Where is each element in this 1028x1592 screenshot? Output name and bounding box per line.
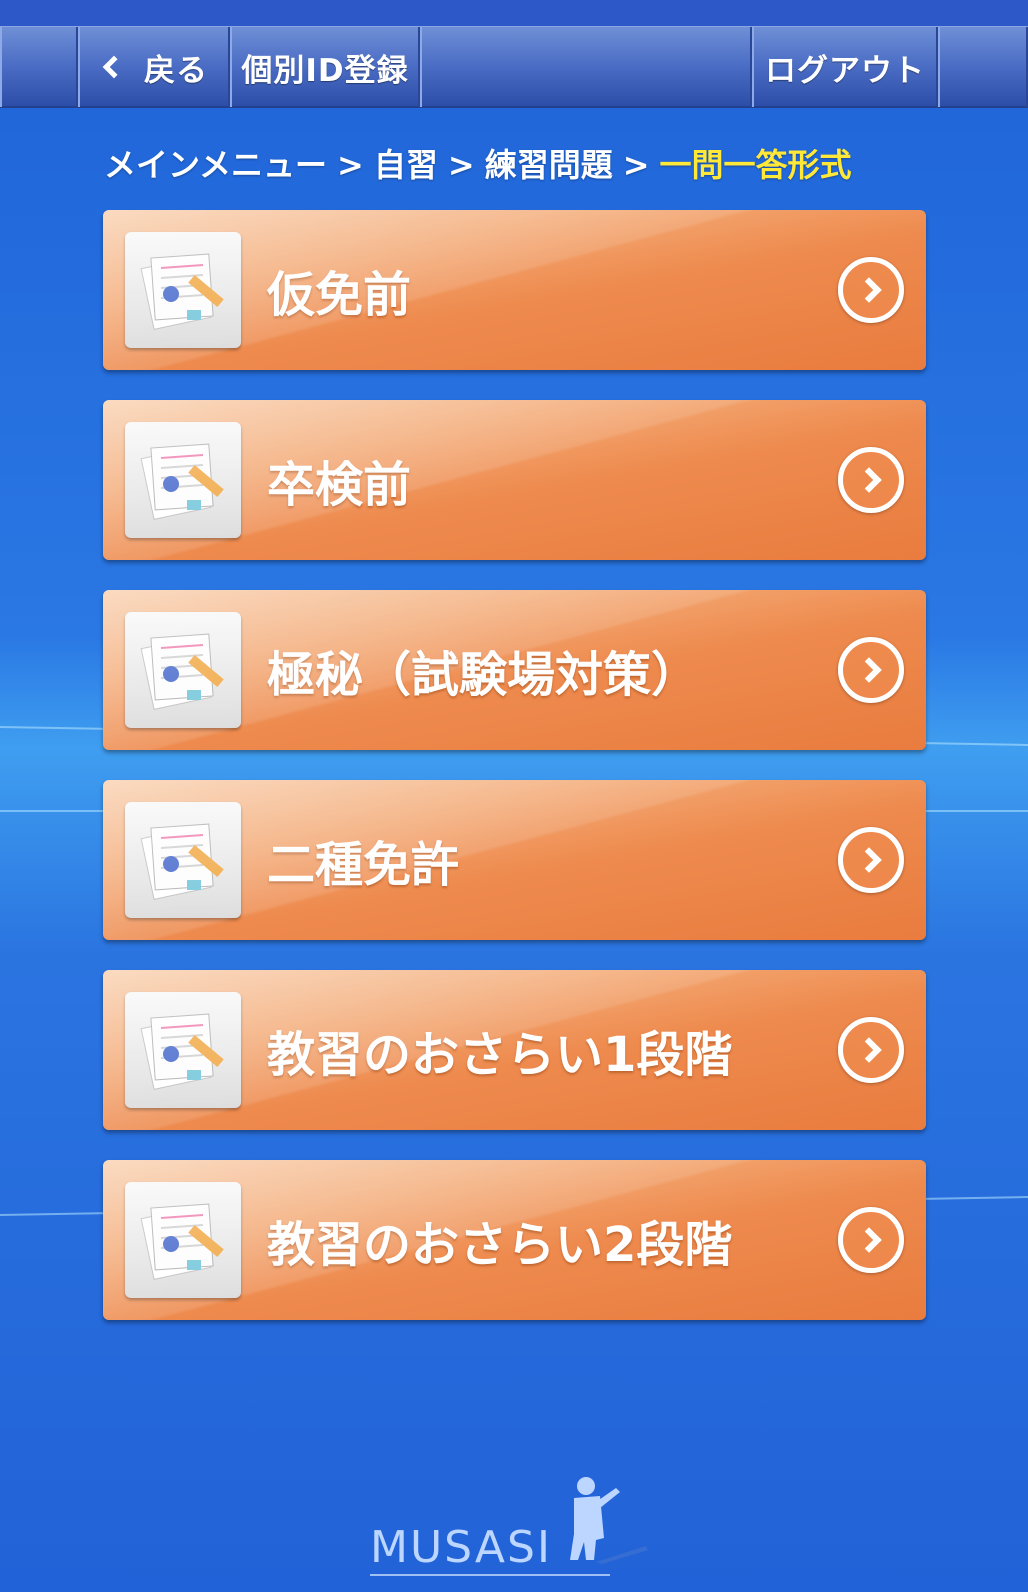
menu-item-nishu[interactable]: 二種免許	[103, 780, 926, 940]
document-pencil-icon	[125, 422, 241, 538]
chevron-right-circle-icon	[838, 637, 904, 703]
menu-item-gokuhi[interactable]: 極秘（試験場対策）	[103, 590, 926, 750]
logout-button[interactable]: ログアウト	[752, 27, 938, 107]
breadcrumb-separator: >	[447, 146, 475, 184]
register-id-button[interactable]: 個別ID登録	[230, 27, 420, 107]
top-nav-bar: 戻る 個別ID登録 ログアウト	[0, 26, 1028, 108]
back-button-label: 戻る	[144, 52, 208, 89]
breadcrumb-item[interactable]: 練習問題	[485, 146, 613, 184]
breadcrumb-separator: >	[622, 146, 650, 184]
menu-item-label: 教習のおさらい1段階	[267, 1027, 733, 1083]
menu-item-label: 極秘（試験場対策）	[267, 647, 700, 703]
nav-spacer-middle	[420, 27, 752, 107]
status-band	[0, 0, 1028, 26]
logo-text: MUSASI	[370, 1522, 552, 1573]
chevron-right-circle-icon	[838, 447, 904, 513]
menu-item-sotsuken[interactable]: 卒検前	[103, 400, 926, 560]
document-pencil-icon	[125, 992, 241, 1108]
nav-spacer-left	[0, 27, 78, 107]
samurai-figure-icon	[570, 1477, 648, 1564]
menu-item-review-stage2[interactable]: 教習のおさらい2段階	[103, 1160, 926, 1320]
nav-spacer-right	[938, 27, 1028, 107]
register-id-label: 個別ID登録	[241, 52, 409, 89]
chevron-right-circle-icon	[838, 1017, 904, 1083]
breadcrumb-current: 一問一答形式	[659, 146, 852, 184]
document-pencil-icon	[125, 232, 241, 348]
musasi-logo: MUSASI	[370, 1468, 660, 1578]
chevron-right-circle-icon	[838, 1207, 904, 1273]
back-button[interactable]: 戻る	[78, 27, 230, 107]
breadcrumb-separator: >	[337, 146, 364, 184]
menu-item-label: 二種免許	[267, 837, 460, 893]
menu-item-karimen[interactable]: 仮免前	[103, 210, 926, 370]
menu-item-label: 卒検前	[267, 457, 412, 513]
breadcrumb: メインメニュー > 自習 > 練習問題 > 一問一答形式	[104, 140, 852, 186]
document-pencil-icon	[125, 612, 241, 728]
breadcrumb-item[interactable]: メインメニュー	[104, 146, 327, 184]
chevron-right-circle-icon	[838, 257, 904, 323]
chevron-left-icon	[102, 55, 126, 79]
chevron-right-circle-icon	[838, 827, 904, 893]
logout-label: ログアウト	[765, 52, 925, 89]
breadcrumb-item[interactable]: 自習	[374, 146, 438, 184]
menu-item-review-stage1[interactable]: 教習のおさらい1段階	[103, 970, 926, 1130]
document-pencil-icon	[125, 802, 241, 918]
document-pencil-icon	[125, 1182, 241, 1298]
logo-underline	[370, 1574, 610, 1576]
menu-item-label: 教習のおさらい2段階	[267, 1217, 733, 1273]
menu-item-label: 仮免前	[267, 267, 412, 323]
